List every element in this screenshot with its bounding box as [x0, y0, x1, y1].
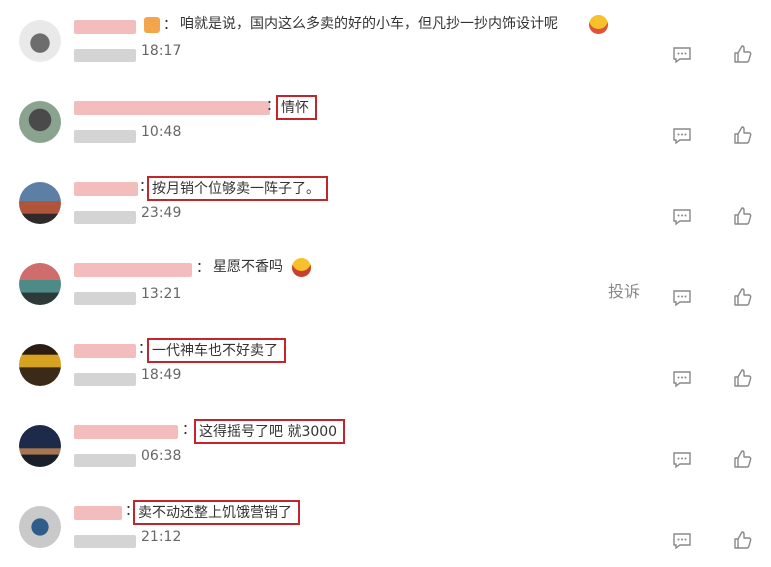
- comment-item: ： 咱就是说，国内这么多卖的好的小车，但凡抄一抄内饰设计呢 18:17: [0, 0, 771, 81]
- comment-text: 一代神车也不好卖了: [147, 338, 286, 363]
- comment-item: ： 一代神车也不好卖了 18:49: [0, 324, 771, 405]
- thumbs-up-icon[interactable]: [733, 287, 753, 307]
- comment-reply-icon[interactable]: [672, 369, 692, 389]
- separator: ：: [196, 260, 210, 276]
- thumbs-up-icon[interactable]: [733, 125, 753, 145]
- date-blurred: [74, 49, 136, 62]
- thumbs-up-icon[interactable]: [733, 206, 753, 226]
- avatar[interactable]: [19, 182, 61, 224]
- thumbs-up-icon[interactable]: [733, 449, 753, 469]
- avatar[interactable]: [19, 263, 61, 305]
- thumbs-up-icon[interactable]: [733, 368, 753, 388]
- username-blurred[interactable]: [74, 263, 192, 277]
- comment-text: 按月销个位够卖一阵子了。: [147, 176, 328, 201]
- username-blurred[interactable]: [74, 425, 178, 439]
- comment-item: ： 卖不动还整上饥饿营销了 21:12: [0, 486, 771, 567]
- thumbs-up-icon[interactable]: [733, 530, 753, 550]
- comment-time: 23:49: [141, 205, 182, 221]
- comment-text: 情怀: [276, 95, 317, 120]
- comment-reply-icon[interactable]: [672, 126, 692, 146]
- comment-time: 21:12: [141, 529, 182, 545]
- emoji-icon: [589, 15, 608, 34]
- date-blurred: [74, 130, 136, 143]
- comment-time: 18:49: [141, 367, 182, 383]
- report-link[interactable]: 投诉: [608, 278, 640, 302]
- date-blurred: [74, 211, 136, 224]
- thumbs-up-icon[interactable]: [733, 44, 753, 64]
- comment-reply-icon[interactable]: [672, 531, 692, 551]
- date-blurred: [74, 454, 136, 467]
- comment-item: ： 情怀 10:48: [0, 81, 771, 162]
- comment-text: 星愿不香吗: [213, 259, 283, 275]
- date-blurred: [74, 292, 136, 305]
- avatar[interactable]: [19, 101, 61, 143]
- comment-reply-icon[interactable]: [672, 450, 692, 470]
- username-blurred[interactable]: [74, 20, 136, 34]
- emoji-icon: [292, 258, 311, 277]
- comment-reply-icon[interactable]: [672, 45, 692, 65]
- avatar[interactable]: [19, 344, 61, 386]
- comment-time: 18:17: [141, 43, 182, 59]
- comment-time: 06:38: [141, 448, 182, 464]
- comment-reply-icon[interactable]: [672, 207, 692, 227]
- comment-text: 卖不动还整上饥饿营销了: [133, 500, 300, 525]
- comment-time: 10:48: [141, 124, 182, 140]
- username-blurred[interactable]: [74, 344, 136, 358]
- date-blurred: [74, 373, 136, 386]
- avatar[interactable]: [19, 20, 61, 62]
- comment-reply-icon[interactable]: [672, 288, 692, 308]
- username-blurred[interactable]: [74, 182, 138, 196]
- comment-item: ： 这得摇号了吧 就3000 06:38: [0, 405, 771, 486]
- comment-item: ： 星愿不香吗 13:21 投诉: [0, 243, 771, 324]
- comment-text: 咱就是说，国内这么多卖的好的小车，但凡抄一抄内饰设计呢: [180, 16, 558, 32]
- username-blurred[interactable]: [74, 506, 122, 520]
- username-blurred[interactable]: [74, 101, 270, 115]
- avatar[interactable]: [19, 425, 61, 467]
- avatar[interactable]: [19, 506, 61, 548]
- date-blurred: [74, 535, 136, 548]
- comment-text: 这得摇号了吧 就3000: [194, 419, 346, 444]
- separator: ：: [163, 17, 177, 33]
- comment-item: ： 按月销个位够卖一阵子了。 23:49: [0, 162, 771, 243]
- comment-time: 13:21: [141, 286, 182, 302]
- vip-badge-icon: [144, 17, 160, 33]
